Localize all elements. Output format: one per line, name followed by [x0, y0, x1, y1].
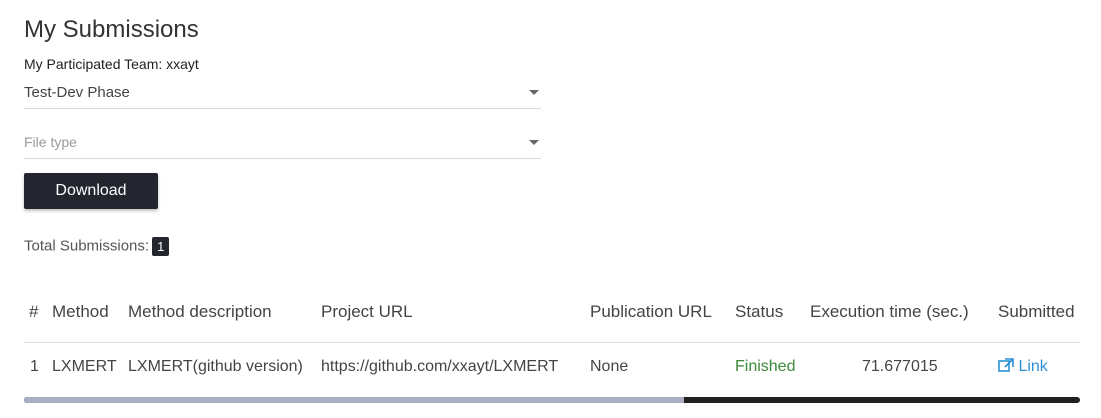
col-header-submitted[interactable]: Submitted	[998, 302, 1075, 322]
download-button[interactable]: Download	[24, 173, 158, 209]
col-header-publication-url[interactable]: Publication URL	[590, 302, 712, 322]
total-submissions: Total Submissions: 1	[24, 237, 170, 256]
col-header-project-url[interactable]: Project URL	[321, 302, 413, 322]
cell-status: Finished	[735, 358, 796, 375]
file-type-select[interactable]: File type	[24, 128, 541, 159]
horizontal-scrollbar[interactable]	[24, 397, 1080, 403]
chevron-down-icon	[529, 140, 539, 145]
cell-method: LXMERT	[52, 358, 117, 375]
cell-method-description: LXMERT(github version)	[128, 358, 303, 375]
col-header-method-description[interactable]: Method description	[128, 302, 272, 322]
col-header-index: #	[29, 302, 39, 321]
cell-execution-time: 71.677015	[862, 358, 938, 375]
cell-index: 1	[30, 358, 39, 375]
submitted-link[interactable]: Link	[998, 358, 1048, 376]
phase-select-value: Test-Dev Phase	[24, 84, 130, 101]
external-link-icon	[998, 358, 1014, 372]
submitted-link-label: Link	[1018, 358, 1048, 375]
chevron-down-icon	[529, 90, 539, 95]
col-header-execution-time[interactable]: Execution time (sec.)	[810, 302, 969, 322]
total-submissions-label: Total Submissions:	[24, 237, 150, 255]
table-divider	[24, 342, 1080, 343]
file-type-placeholder: File type	[24, 134, 77, 150]
scrollbar-thumb[interactable]	[24, 397, 684, 403]
team-label: My Participated Team: xxayt	[24, 56, 199, 72]
page-title: My Submissions	[24, 16, 199, 43]
cell-project-url: https://github.com/xxayt/LXMERT	[321, 358, 559, 375]
col-header-method[interactable]: Method	[52, 302, 109, 322]
cell-publication-url: None	[590, 358, 629, 375]
col-header-status[interactable]: Status	[735, 302, 783, 322]
phase-select[interactable]: Test-Dev Phase	[24, 78, 541, 109]
total-count-badge: 1	[152, 237, 170, 256]
